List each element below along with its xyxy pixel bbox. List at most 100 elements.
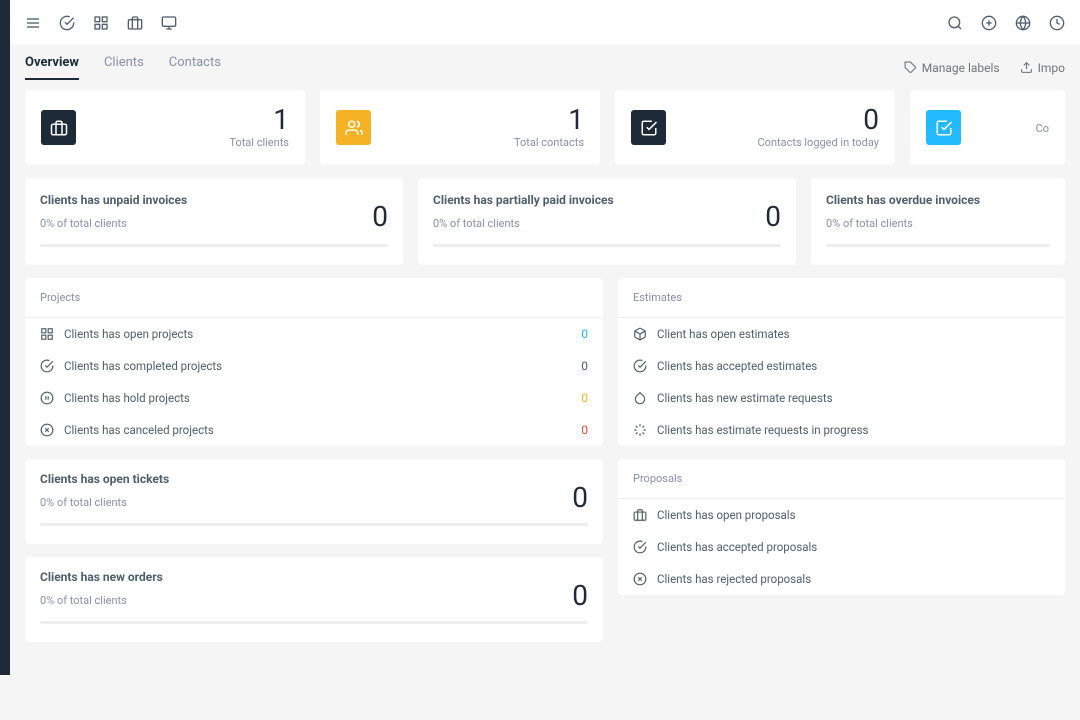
projects-title: Projects [25, 278, 603, 318]
stat-label: Contacts logged in today [758, 136, 879, 149]
row-label: Clients has open proposals [657, 508, 796, 522]
list-item[interactable]: Clients has open projects 0 [25, 318, 603, 350]
row-label: Clients has accepted estimates [657, 359, 817, 373]
briefcase-icon [41, 110, 76, 145]
open-tickets-value: 0 [572, 481, 588, 514]
proposals-title: Proposals [618, 459, 1065, 499]
briefcase-icon[interactable] [127, 15, 143, 31]
invoice-title: Clients has overdue invoices [826, 193, 1050, 207]
new-orders-card: Clients has new orders 0% of total clien… [25, 557, 603, 642]
progress-bar [433, 244, 781, 247]
check-square-icon [631, 110, 666, 145]
import-text: Impo [1038, 61, 1065, 75]
tab-overview[interactable]: Overview [25, 55, 79, 80]
new-orders-sub: 0% of total clients [40, 594, 588, 607]
proposals-panel: Proposals Clients has open proposals Cli… [618, 459, 1065, 595]
invoice-value: 0 [765, 200, 781, 233]
menu-icon[interactable] [25, 15, 41, 31]
list-item[interactable]: Clients has new estimate requests [618, 382, 1065, 414]
stat-label: Co [1036, 122, 1049, 135]
open-tickets-title: Clients has open tickets [40, 472, 588, 486]
stat-card-1[interactable]: 1 Total contacts [320, 90, 600, 165]
invoice-title: Clients has unpaid invoices [40, 193, 388, 207]
invoice-card-2: Clients has overdue invoices 0% of total… [811, 178, 1065, 265]
search-icon[interactable] [947, 15, 963, 31]
x-circle-icon [633, 572, 647, 586]
stat-value: 0 [758, 106, 879, 134]
row-label: Clients has estimate requests in progres… [657, 423, 868, 437]
sidebar[interactable] [0, 0, 10, 675]
row-label: Clients has completed projects [64, 359, 222, 373]
check-icon[interactable] [59, 15, 75, 31]
tag-icon [904, 61, 917, 74]
stat-card-2[interactable]: 0 Contacts logged in today [615, 90, 895, 165]
stat-value: 1 [514, 106, 584, 134]
upload-icon [1020, 61, 1033, 74]
row-label: Clients has rejected proposals [657, 572, 811, 586]
invoice-sub: 0% of total clients [433, 217, 781, 230]
briefcase-icon [633, 508, 647, 522]
droplet-icon [633, 391, 647, 405]
grid-icon [40, 327, 54, 341]
estimates-panel: Estimates Client has open estimates Clie… [618, 278, 1065, 446]
box-icon [633, 327, 647, 341]
row-label: Clients has new estimate requests [657, 391, 833, 405]
estimates-title: Estimates [618, 278, 1065, 318]
open-tickets-sub: 0% of total clients [40, 496, 588, 509]
list-item[interactable]: Client has open estimates [618, 318, 1065, 350]
list-item[interactable]: Clients has accepted estimates [618, 350, 1065, 382]
open-tickets-card: Clients has open tickets 0% of total cli… [25, 459, 603, 544]
progress-bar [40, 244, 388, 247]
row-value: 0 [581, 391, 588, 405]
row-label: Clients has hold projects [64, 391, 190, 405]
x-circle-icon [40, 423, 54, 437]
row-value: 0 [581, 359, 588, 373]
globe-icon[interactable] [1015, 15, 1031, 31]
list-item[interactable]: Clients has open proposals [618, 499, 1065, 531]
projects-panel: Projects Clients has open projects 0 Cli… [25, 278, 603, 446]
stat-card-3[interactable]: Co [910, 90, 1065, 165]
list-item[interactable]: Clients has completed projects 0 [25, 350, 603, 382]
check-circle-icon [633, 359, 647, 373]
manage-labels-text: Manage labels [922, 61, 1000, 75]
tab-contacts[interactable]: Contacts [169, 55, 221, 80]
list-item[interactable]: Clients has accepted proposals [618, 531, 1065, 563]
invoice-sub: 0% of total clients [40, 217, 388, 230]
invoice-value: 0 [372, 200, 388, 233]
check-circle-icon [633, 540, 647, 554]
invoice-card-0: Clients has unpaid invoices 0% of total … [25, 178, 403, 265]
monitor-icon[interactable] [161, 15, 177, 31]
stat-value: 1 [229, 106, 289, 134]
check-square-icon [926, 110, 961, 145]
tab-clients[interactable]: Clients [104, 55, 144, 80]
row-label: Clients has accepted proposals [657, 540, 817, 554]
stat-card-0[interactable]: 1 Total clients [25, 90, 305, 165]
row-value: 0 [581, 423, 588, 437]
list-item[interactable]: Clients has rejected proposals [618, 563, 1065, 595]
pause-icon [40, 391, 54, 405]
clock-icon[interactable] [1049, 15, 1065, 31]
import-link[interactable]: Impo [1020, 61, 1065, 75]
new-orders-title: Clients has new orders [40, 570, 588, 584]
stat-label: Total clients [229, 136, 289, 149]
list-item[interactable]: Clients has hold projects 0 [25, 382, 603, 414]
grid-icon[interactable] [93, 15, 109, 31]
progress-bar [826, 244, 1050, 247]
topbar [10, 0, 1080, 45]
row-label: Clients has canceled projects [64, 423, 214, 437]
loader-icon [633, 423, 647, 437]
tabs-bar: Overview Clients Contacts Manage labels … [25, 50, 1065, 90]
progress-bar [40, 523, 588, 526]
row-label: Clients has open projects [64, 327, 193, 341]
progress-bar [40, 621, 588, 624]
stat-label: Total contacts [514, 136, 584, 149]
check-circle-icon [40, 359, 54, 373]
row-label: Client has open estimates [657, 327, 790, 341]
row-value: 0 [581, 327, 588, 341]
list-item[interactable]: Clients has estimate requests in progres… [618, 414, 1065, 446]
invoice-sub: 0% of total clients [826, 217, 1050, 230]
plus-icon[interactable] [981, 15, 997, 31]
invoice-row: Clients has unpaid invoices 0% of total … [25, 178, 1065, 265]
list-item[interactable]: Clients has canceled projects 0 [25, 414, 603, 446]
manage-labels-link[interactable]: Manage labels [904, 61, 1000, 75]
